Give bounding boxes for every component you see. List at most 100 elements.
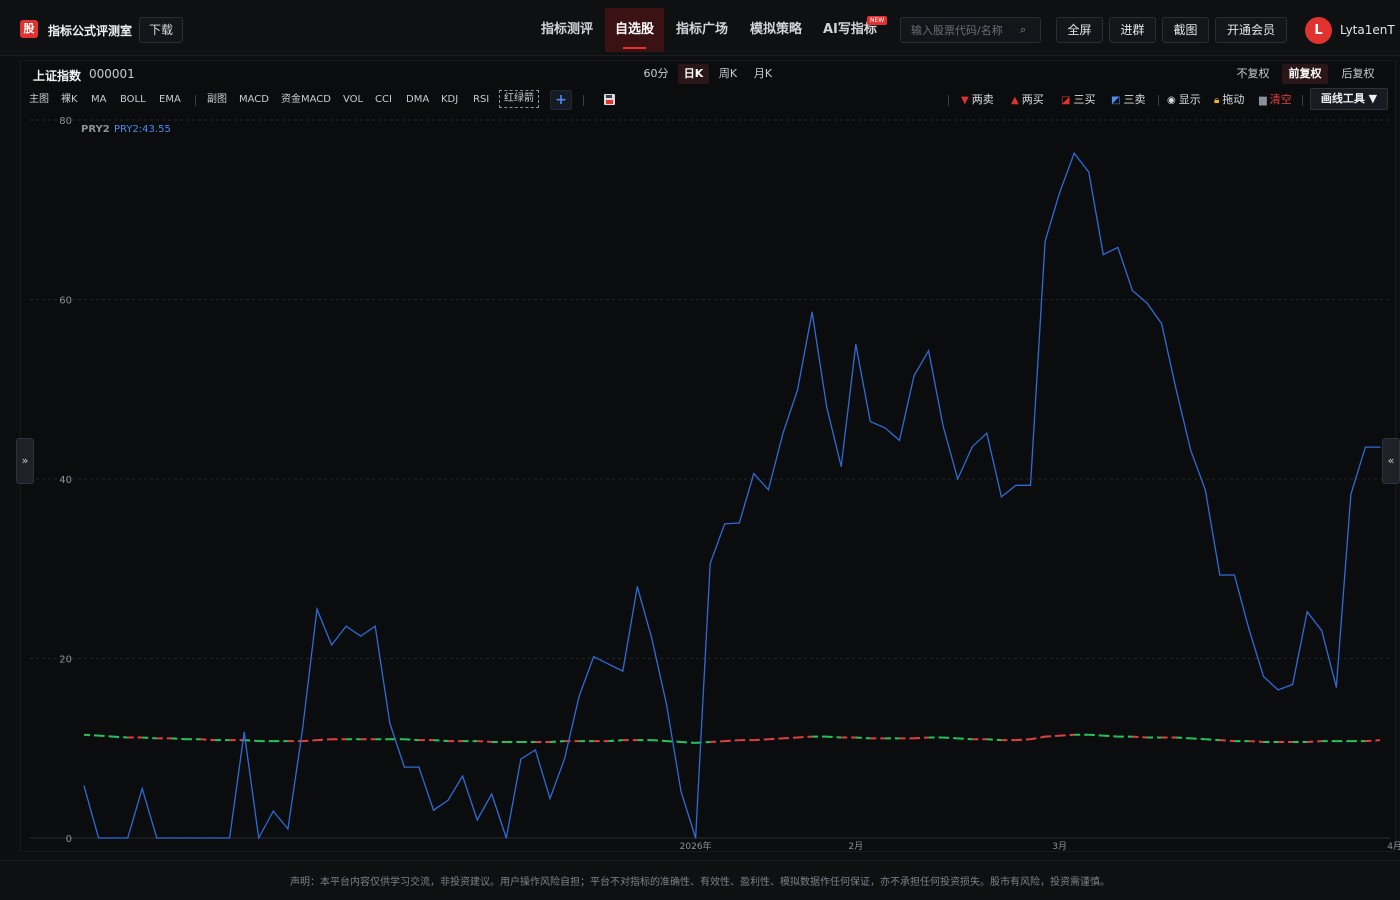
pry2-point xyxy=(665,703,668,705)
x-tick-label: 3月 xyxy=(1052,841,1067,852)
pry2-point xyxy=(680,790,682,792)
expand-right-toggle[interactable]: « xyxy=(1382,438,1400,484)
red-green-segment xyxy=(1015,738,1031,742)
pry2-point xyxy=(229,837,231,839)
pry2-point xyxy=(1306,611,1308,613)
red-green-segment xyxy=(1307,740,1322,743)
pry2-point xyxy=(971,446,973,448)
pry2-point xyxy=(112,837,114,839)
pry2-point xyxy=(913,375,915,377)
pry2-point xyxy=(840,465,842,468)
red-green-segment xyxy=(608,739,623,743)
pry2-point xyxy=(1131,289,1134,292)
pry2-point xyxy=(534,749,537,751)
pry2-point xyxy=(447,799,449,801)
disclaimer-footer: 声明：本平台内容仅供学习交流，非投资建议。用户操作风险自担；平台不对指标的准确性… xyxy=(0,860,1400,900)
red-green-segment xyxy=(1088,733,1104,737)
pry2-point xyxy=(738,522,740,524)
pry2-point xyxy=(141,788,143,790)
pry2-point xyxy=(287,828,289,830)
red-green-segment xyxy=(1205,738,1220,742)
pry2-point xyxy=(199,837,202,839)
pry2-point xyxy=(243,731,245,733)
pry2-point xyxy=(170,837,172,839)
x-tick-label: 2026年 xyxy=(680,840,712,852)
red-green-segment xyxy=(142,736,157,740)
series-label: PRY2 xyxy=(81,124,110,135)
pry2-point xyxy=(83,785,85,787)
pry2-point xyxy=(374,625,376,627)
pry2-point xyxy=(156,837,158,839)
red-green-segment xyxy=(1045,734,1060,738)
pry2-point xyxy=(316,608,318,610)
red-green-segment xyxy=(1132,735,1148,739)
pry2-point xyxy=(563,758,566,760)
pry2-point xyxy=(1321,630,1323,632)
pry2-point xyxy=(403,766,405,768)
pry2-point xyxy=(1029,484,1032,486)
pry2-point xyxy=(622,670,624,672)
expand-left-toggle[interactable]: » xyxy=(16,438,34,484)
red-green-segment xyxy=(302,739,318,743)
pry2-point xyxy=(709,562,711,564)
pry2-point xyxy=(578,695,580,697)
pry2-point xyxy=(651,638,653,640)
pry2-point xyxy=(272,810,274,812)
red-green-segment xyxy=(244,739,259,743)
pry2-point xyxy=(1015,484,1017,486)
pry2-point xyxy=(1335,686,1337,688)
red-green-segment xyxy=(826,735,842,739)
pry2-point xyxy=(418,766,420,768)
red-green-segment xyxy=(943,736,958,740)
pry2-point xyxy=(1059,192,1061,194)
pry2-point xyxy=(826,406,828,408)
pry2-point xyxy=(767,489,770,491)
red-green-segment xyxy=(1103,734,1118,738)
pry2-point xyxy=(1248,628,1250,630)
red-green-segment xyxy=(710,740,725,743)
pry2-point xyxy=(796,389,799,391)
pry2-point xyxy=(694,837,697,839)
pry2-point xyxy=(782,432,784,434)
red-green-segment xyxy=(1059,733,1075,737)
pry2-point xyxy=(1190,449,1192,451)
y-tick-label: 80 xyxy=(59,116,72,127)
pry2-point xyxy=(1292,683,1294,686)
red-green-segment xyxy=(83,733,99,737)
pry2-point xyxy=(520,758,522,760)
price-chart[interactable]: 80 60 40 20 0 2026年 2月 3月 4月 PRY2 PRY2:43.55 xyxy=(0,0,1400,900)
pry2-point xyxy=(898,439,901,442)
pry2-point xyxy=(1117,246,1119,249)
pry2-line xyxy=(83,151,1380,841)
pry2-point xyxy=(1044,240,1046,242)
red-green-segment xyxy=(404,738,419,742)
red-green-segment xyxy=(98,734,114,738)
red-green-segment xyxy=(171,737,186,741)
red-green-segment xyxy=(753,738,769,742)
pry2-point xyxy=(462,775,464,777)
red-green-segment xyxy=(1219,739,1235,743)
pry2-point xyxy=(957,478,959,480)
pry2-point xyxy=(1088,171,1090,173)
pry2-point xyxy=(97,837,100,839)
pry2-point xyxy=(855,343,857,345)
grid-lines xyxy=(30,119,1390,839)
pry2-point xyxy=(1000,496,1002,498)
pry2-point xyxy=(1204,489,1206,491)
pry2-point xyxy=(927,350,930,352)
series-value-label: PRY2:43.55 xyxy=(114,124,171,135)
pry2-point xyxy=(869,420,871,423)
red-green-segment xyxy=(797,735,813,739)
y-tick-label: 60 xyxy=(59,296,72,307)
red-green-segment xyxy=(913,736,929,740)
pry2-point xyxy=(884,427,886,429)
pry2-point xyxy=(1277,689,1279,691)
pry2-point xyxy=(258,837,260,839)
pry2-point xyxy=(505,837,507,839)
pry2-point xyxy=(345,625,347,627)
pry2-point xyxy=(811,311,813,313)
red-green-segment xyxy=(957,737,973,741)
pry2-point xyxy=(1102,254,1104,256)
red-green-segment xyxy=(1248,740,1264,743)
y-tick-label: 20 xyxy=(59,655,72,666)
